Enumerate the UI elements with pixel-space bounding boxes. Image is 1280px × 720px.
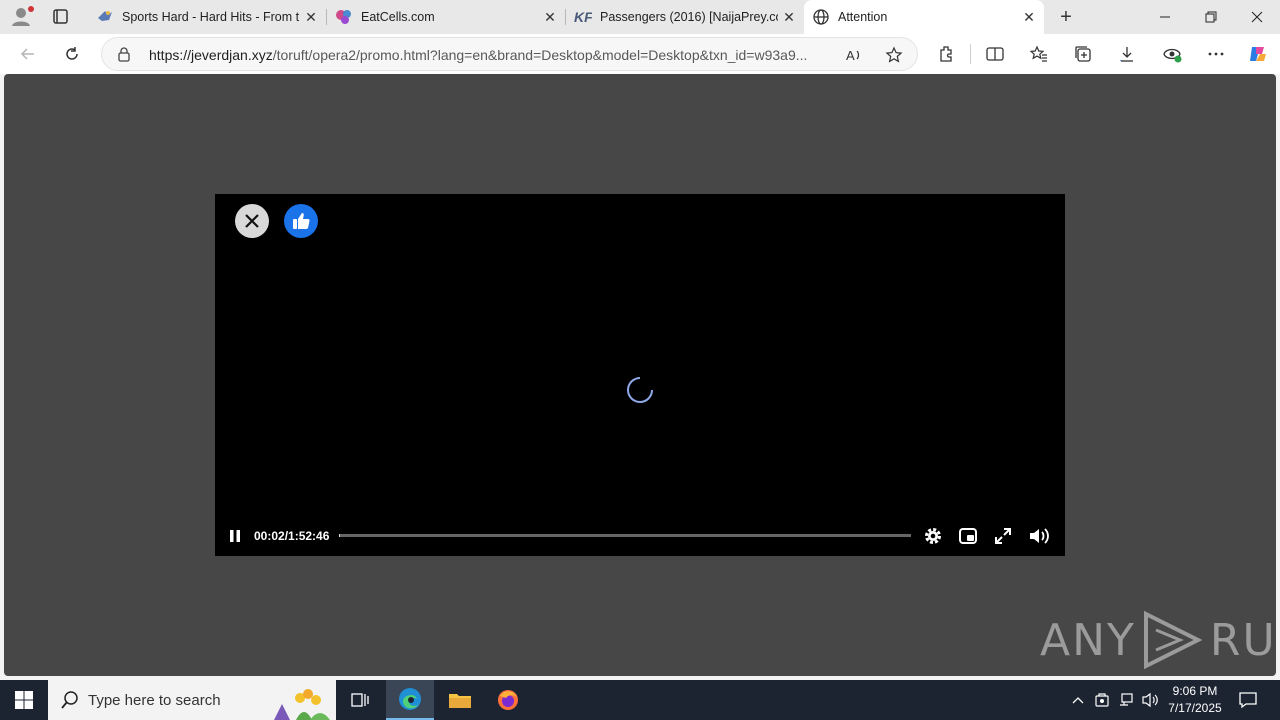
fullscreen-icon bbox=[995, 528, 1011, 544]
watermark-text-left: ANY bbox=[1040, 614, 1136, 666]
video-player[interactable]: 00:02/1:52:46 bbox=[215, 194, 1065, 556]
tab-actions-icon[interactable] bbox=[46, 4, 74, 30]
volume-button[interactable] bbox=[1028, 525, 1050, 547]
tab-title: Attention bbox=[838, 10, 888, 24]
progress-bar[interactable] bbox=[339, 534, 911, 537]
network-button[interactable] bbox=[1116, 690, 1136, 710]
tab-close-icon[interactable]: ✕ bbox=[778, 6, 800, 28]
taskbar-search[interactable]: Type here to search bbox=[48, 680, 336, 720]
close-icon bbox=[245, 214, 259, 228]
taskbar-firefox[interactable] bbox=[484, 680, 532, 720]
address-bar[interactable]: https://jeverdjan.xyz/toruft/opera2/prom… bbox=[101, 37, 918, 71]
notification-icon bbox=[1239, 692, 1257, 709]
pause-icon bbox=[230, 530, 240, 542]
defender-icon bbox=[1095, 693, 1109, 707]
search-icon bbox=[61, 691, 78, 709]
minimize-button[interactable] bbox=[1142, 0, 1188, 34]
profile-avatar-icon[interactable] bbox=[8, 4, 36, 30]
notification-center-button[interactable] bbox=[1236, 688, 1260, 712]
search-highlight-flowers-icon bbox=[274, 689, 330, 720]
naijaprey-favicon: KF bbox=[574, 8, 592, 26]
browser-essentials-icon[interactable] bbox=[1161, 43, 1183, 65]
site-info-icon[interactable] bbox=[116, 46, 132, 67]
copilot-icon[interactable] bbox=[1247, 43, 1269, 65]
refresh-button[interactable] bbox=[58, 40, 86, 68]
network-icon bbox=[1120, 693, 1133, 706]
volume-icon bbox=[1030, 528, 1049, 544]
search-placeholder: Type here to search bbox=[88, 691, 221, 709]
url-domain: https://jeverdjan.xyz bbox=[149, 47, 273, 63]
speaker-icon bbox=[1142, 692, 1158, 708]
taskbar-file-explorer[interactable] bbox=[436, 680, 484, 720]
new-tab-button[interactable]: + bbox=[1053, 5, 1079, 29]
browser-toolbar: https://jeverdjan.xyz/toruft/opera2/prom… bbox=[0, 34, 1280, 74]
settings-gear-button[interactable] bbox=[922, 525, 944, 547]
read-aloud-icon[interactable]: A bbox=[844, 45, 864, 65]
timecode: 00:02/1:52:46 bbox=[254, 529, 330, 543]
anyrun-watermark: ANY RUN bbox=[1040, 610, 1280, 670]
tab-close-icon[interactable]: ✕ bbox=[300, 6, 322, 28]
like-button[interactable] bbox=[284, 204, 318, 238]
restore-button[interactable] bbox=[1188, 0, 1234, 34]
tab-title: Sports Hard - Hard Hits - From th bbox=[122, 10, 300, 24]
edge-icon bbox=[399, 688, 421, 710]
split-screen-icon[interactable] bbox=[984, 43, 1006, 65]
firefox-icon bbox=[498, 690, 518, 710]
tab-strip: Sports Hard - Hard Hits - From th ✕ EatC… bbox=[0, 0, 1280, 34]
close-window-button[interactable] bbox=[1234, 0, 1280, 34]
volume-tray-button[interactable] bbox=[1140, 690, 1160, 710]
watermark-text-right: RUN bbox=[1209, 614, 1280, 666]
thumbs-up-icon bbox=[293, 213, 310, 230]
tab-title: Passengers (2016) [NaijaPrey.com bbox=[600, 10, 778, 24]
chevron-up-icon bbox=[1072, 697, 1084, 704]
task-view-button[interactable] bbox=[336, 680, 384, 720]
play-triangle-icon bbox=[1143, 610, 1203, 670]
tab-close-icon[interactable]: ✕ bbox=[1018, 6, 1040, 28]
url-text[interactable]: https://jeverdjan.xyz/toruft/opera2/prom… bbox=[149, 47, 839, 63]
globe-icon bbox=[812, 8, 830, 26]
tab-sports-hard[interactable]: Sports Hard - Hard Hits - From th ✕ bbox=[88, 0, 326, 34]
tab-passengers[interactable]: KF Passengers (2016) [NaijaPrey.com ✕ bbox=[566, 0, 804, 34]
loading-spinner-icon bbox=[627, 377, 653, 403]
extensions-icon[interactable] bbox=[936, 43, 958, 65]
favorites-icon[interactable] bbox=[1028, 43, 1050, 65]
gear-icon bbox=[925, 528, 941, 544]
clock-date: 7/17/2025 bbox=[1168, 701, 1222, 715]
toolbar-separator bbox=[970, 44, 971, 64]
task-view-icon bbox=[351, 693, 369, 707]
back-button[interactable] bbox=[14, 40, 42, 68]
downloads-icon[interactable] bbox=[1116, 43, 1138, 65]
taskbar-edge[interactable] bbox=[386, 680, 434, 720]
tab-close-icon[interactable]: ✕ bbox=[539, 6, 561, 28]
system-clock[interactable]: 9:06 PM 7/17/2025 bbox=[1163, 683, 1227, 717]
fullscreen-button[interactable] bbox=[992, 525, 1014, 547]
settings-more-icon[interactable] bbox=[1205, 43, 1227, 65]
tab-title: EatCells.com bbox=[361, 10, 435, 24]
collections-icon[interactable] bbox=[1072, 43, 1094, 65]
tray-device-icon[interactable] bbox=[1092, 690, 1112, 710]
close-player-button[interactable] bbox=[235, 204, 269, 238]
favorite-star-icon[interactable] bbox=[884, 45, 904, 65]
svg-text:KF: KF bbox=[574, 9, 592, 25]
pause-button[interactable] bbox=[227, 528, 243, 544]
windows-taskbar: Type here to search 9:06 PM 7/17/2025 bbox=[0, 680, 1280, 720]
folder-icon bbox=[449, 694, 471, 708]
picture-in-picture-button[interactable] bbox=[957, 525, 979, 547]
pip-icon bbox=[959, 528, 977, 544]
svg-text:A: A bbox=[846, 48, 855, 63]
url-path: /toruft/opera2/promo.html?lang=en&brand=… bbox=[272, 47, 808, 63]
eatcells-favicon bbox=[335, 8, 353, 26]
start-button[interactable] bbox=[0, 680, 48, 720]
sports-hard-favicon bbox=[96, 8, 114, 26]
show-hidden-icons[interactable] bbox=[1068, 690, 1088, 710]
player-controls: 00:02/1:52:46 bbox=[215, 516, 1065, 556]
tab-attention[interactable]: Attention ✕ bbox=[804, 0, 1044, 34]
tab-eatcells[interactable]: EatCells.com ✕ bbox=[327, 0, 565, 34]
page-content: 00:02/1:52:46 ANY RUN bbox=[4, 74, 1280, 676]
clock-time: 9:06 PM bbox=[1172, 684, 1218, 698]
windows-logo-icon bbox=[15, 691, 33, 709]
